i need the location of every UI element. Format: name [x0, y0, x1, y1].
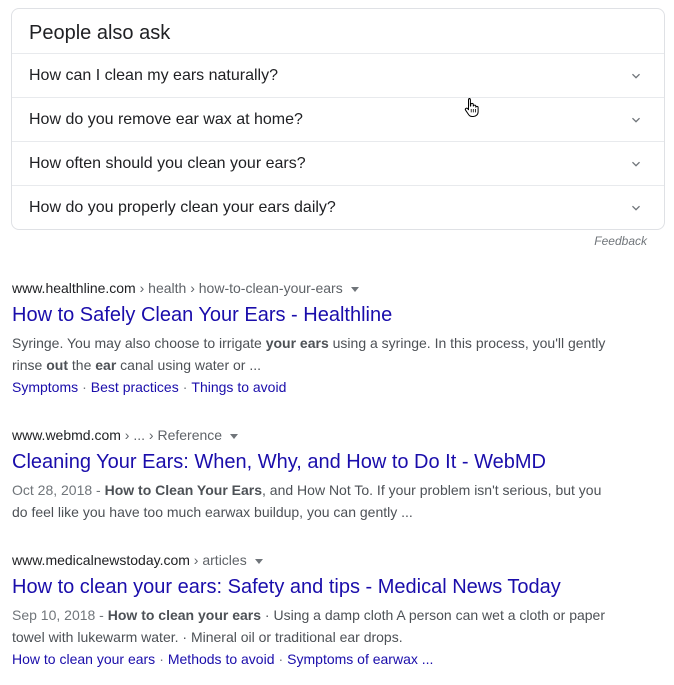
chevron-down-icon[interactable]	[628, 68, 644, 84]
result-date: Oct 28, 2018 -	[12, 482, 105, 498]
people-also-ask-panel: People also ask How can I clean my ears …	[11, 8, 665, 230]
snippet-text: · Using a damp cloth A person can wet a …	[261, 607, 606, 623]
separator: ·	[278, 651, 284, 667]
paa-question[interactable]: How do you remove ear wax at home?	[12, 97, 664, 141]
snippet-text: rinse	[12, 357, 47, 373]
sitelink[interactable]: Symptoms	[12, 379, 78, 395]
result-title-link[interactable]: How to Safely Clean Your Ears - Healthli…	[12, 302, 652, 328]
result-domain: www.healthline.com	[12, 280, 136, 296]
caret-down-icon[interactable]	[254, 558, 263, 564]
caret-down-icon[interactable]	[230, 433, 239, 439]
snippet-text: Syringe. You may also choose to irrigate	[12, 335, 266, 351]
hand-cursor-icon	[464, 98, 479, 117]
snippet-text: do feel like you have too much earwax bu…	[12, 504, 413, 520]
snippet-text: towel with lukewarm water. · Mineral oil…	[12, 629, 403, 645]
result-url[interactable]: www.medicalnewstoday.com › articles	[12, 551, 652, 569]
paa-question[interactable]: How often should you clean your ears?	[12, 141, 664, 185]
caret-down-icon[interactable]	[350, 286, 359, 292]
separator: ·	[182, 379, 188, 395]
snippet-text: canal using water or ...	[116, 357, 262, 373]
snippet-bold: How to Clean Your Ears	[104, 482, 263, 498]
sitelink[interactable]: Symptoms of earwax ...	[287, 651, 433, 667]
result-title-link[interactable]: Cleaning Your Ears: When, Why, and How t…	[12, 449, 652, 475]
snippet-bold: How to clean your ears	[107, 607, 262, 623]
result-url[interactable]: www.webmd.com › ... › Reference	[12, 426, 652, 444]
chevron-down-icon[interactable]	[628, 112, 644, 128]
result-breadcrumb: › articles	[189, 552, 247, 568]
result-url[interactable]: www.healthline.com › health › how-to-cle…	[12, 279, 652, 297]
result-date: Sep 10, 2018 -	[12, 607, 108, 623]
paa-question[interactable]: How do you properly clean your ears dail…	[12, 185, 664, 229]
result-snippet: Oct 28, 2018 - How to Clean Your Ears, a…	[12, 479, 652, 523]
result-domain: www.medicalnewstoday.com	[12, 552, 190, 568]
result-breadcrumb: › health › how-to-clean-your-ears	[135, 280, 343, 296]
paa-question-text: How often should you clean your ears?	[29, 155, 306, 172]
result-breadcrumb: › ... › Reference	[120, 427, 223, 443]
result-snippet: Sep 10, 2018 - How to clean your ears · …	[12, 604, 652, 648]
snippet-text: using a syringe. In this process, you'll…	[328, 335, 606, 351]
sitelink[interactable]: Best practices	[91, 379, 179, 395]
result-snippet: Syringe. You may also choose to irrigate…	[12, 332, 652, 376]
result-domain: www.webmd.com	[12, 427, 121, 443]
snippet-bold: ear	[95, 357, 117, 373]
chevron-down-icon[interactable]	[628, 200, 644, 216]
search-result: www.medicalnewstoday.com › articles How …	[12, 551, 652, 670]
snippet-bold: out	[46, 357, 68, 373]
paa-question-text: How do you remove ear wax at home?	[29, 111, 303, 128]
sitelinks: Symptoms · Best practices · Things to avoid	[12, 376, 652, 398]
paa-question[interactable]: How can I clean my ears naturally?	[12, 53, 664, 97]
paa-question-text: How do you properly clean your ears dail…	[29, 199, 336, 216]
separator: ·	[159, 651, 164, 667]
snippet-bold: your ears	[265, 335, 329, 351]
snippet-text: , and How Not To. If your problem isn't …	[262, 482, 602, 498]
sitelink[interactable]: Methods to avoid	[168, 651, 275, 667]
feedback-link[interactable]: Feedback	[594, 234, 647, 248]
sitelink[interactable]: Things to avoid	[191, 379, 286, 395]
chevron-down-icon[interactable]	[628, 156, 644, 172]
snippet-text: the	[68, 357, 96, 373]
separator: ·	[82, 379, 87, 395]
result-title-link[interactable]: How to clean your ears: Safety and tips …	[12, 574, 652, 600]
search-result: www.webmd.com › ... › Reference Cleaning…	[12, 426, 652, 523]
sitelink[interactable]: How to clean your ears	[12, 651, 155, 667]
sitelinks: How to clean your ears · Methods to avoid ·…	[12, 648, 652, 670]
paa-heading: People also ask	[29, 22, 171, 44]
search-result: www.healthline.com › health › how-to-cle…	[12, 279, 652, 398]
paa-question-text: How can I clean my ears naturally?	[29, 67, 278, 84]
